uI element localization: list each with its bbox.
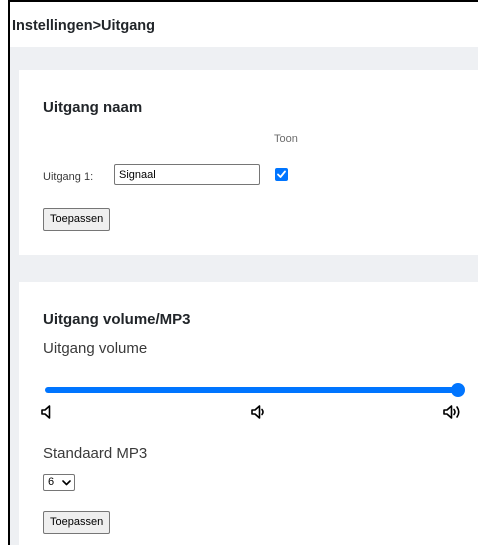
- default-mp3-label: Standaard MP3: [43, 445, 148, 462]
- output-volume-card: Uitgang volume/MP3 Uitgang volume Standa…: [19, 282, 478, 545]
- apply-volume-button[interactable]: Toepassen: [43, 511, 111, 534]
- breadcrumb: Instellingen>Uitgang: [12, 18, 155, 34]
- volume-high-icon: [443, 405, 460, 419]
- chevron-down-icon: [62, 480, 71, 486]
- volume-slider-thumb[interactable]: [451, 383, 465, 397]
- output-volume-title: Uitgang volume/MP3: [43, 311, 191, 328]
- output-1-show-checkbox[interactable]: [275, 168, 288, 181]
- app-frame: Instellingen>Uitgang Uitgang naam Toon U…: [8, 0, 478, 545]
- apply-output-name-button[interactable]: Toepassen: [43, 208, 111, 231]
- volume-label: Uitgang volume: [43, 340, 148, 357]
- header-bar: Instellingen>Uitgang: [10, 2, 478, 47]
- volume-slider-track[interactable]: [45, 387, 458, 393]
- output-1-label: Uitgang 1:: [43, 171, 94, 183]
- volume-mute-icon: [41, 405, 51, 419]
- show-column-header: Toon: [274, 133, 298, 145]
- output-name-card: Uitgang naam Toon Uitgang 1: Toepassen: [19, 70, 478, 255]
- default-mp3-selected-value: 6: [48, 476, 55, 488]
- default-mp3-select[interactable]: 6: [43, 474, 75, 491]
- output-1-name-input[interactable]: [114, 164, 260, 185]
- output-name-title: Uitgang naam: [43, 99, 143, 116]
- checkmark-icon: [277, 170, 286, 178]
- volume-low-icon: [251, 405, 264, 419]
